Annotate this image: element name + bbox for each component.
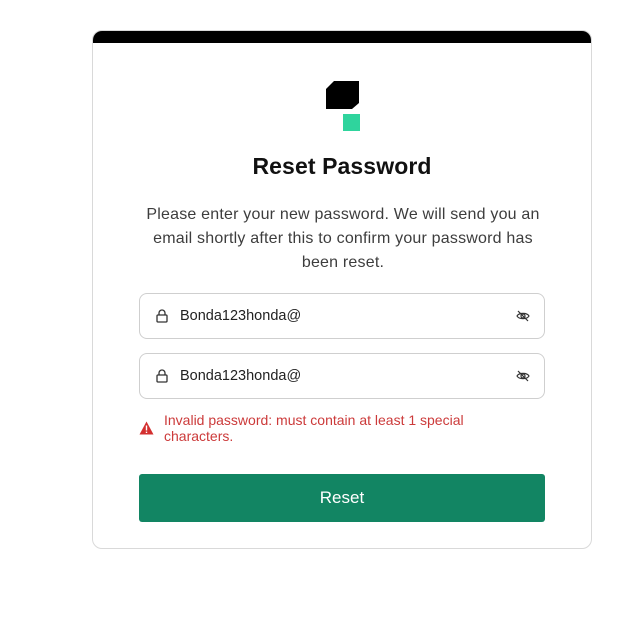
- reset-button[interactable]: Reset: [139, 474, 545, 522]
- page-description: Please enter your new password. We will …: [146, 206, 540, 271]
- reset-password-card: Reset Password Please enter your new pas…: [92, 30, 592, 549]
- page-title: Reset Password: [252, 153, 432, 179]
- eye-off-icon[interactable]: [516, 369, 530, 383]
- password-error: Invalid password: must contain at least …: [139, 412, 519, 444]
- confirm-password-field[interactable]: [139, 353, 545, 399]
- new-password-input[interactable]: [180, 294, 516, 338]
- lock-icon: [156, 309, 168, 323]
- warning-icon: [139, 421, 154, 435]
- error-message: Invalid password: must contain at least …: [164, 412, 464, 444]
- new-password-field[interactable]: [139, 293, 545, 339]
- card-top-bar: [93, 31, 591, 43]
- eye-off-icon[interactable]: [516, 309, 530, 323]
- lock-icon: [156, 369, 168, 383]
- brand-logo-icon: [326, 81, 360, 131]
- confirm-password-input[interactable]: [180, 354, 516, 398]
